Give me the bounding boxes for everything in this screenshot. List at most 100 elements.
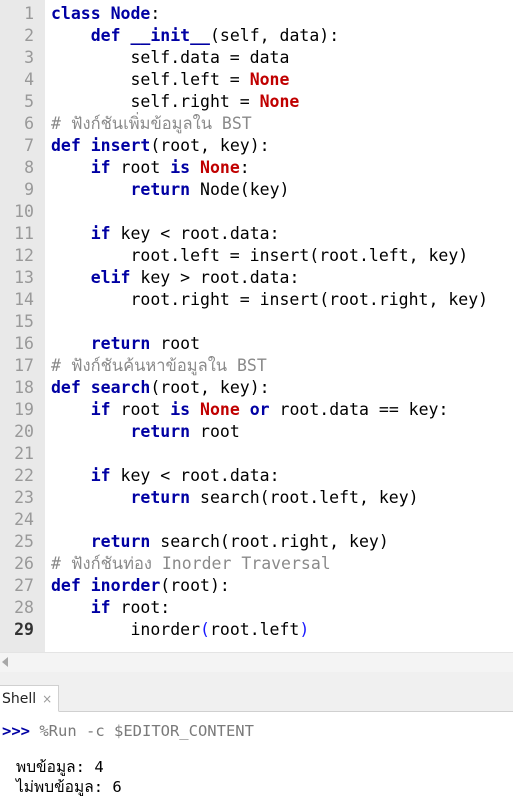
- line-number: 25: [14, 532, 34, 551]
- code-token: (root):: [160, 576, 230, 595]
- line-number: 15: [14, 312, 34, 331]
- code-line[interactable]: 17 # ฟังก์ชันค้นหาข้อมูลใน BST: [0, 355, 513, 377]
- code-line[interactable]: 21: [0, 443, 513, 465]
- code-line[interactable]: 28 if root:: [0, 597, 513, 619]
- code-text: # ฟังก์ชันค้นหาข้อมูลใน BST: [51, 355, 267, 377]
- code-line[interactable]: 13 elif key > root.data:: [0, 267, 513, 289]
- shell-output-line: ไม่พบข้อมูล: 6: [16, 778, 122, 796]
- code-line[interactable]: 19 if root is None or root.data == key:: [0, 399, 513, 421]
- code-line[interactable]: 9 return Node(key): [0, 179, 513, 201]
- code-token: inorder: [51, 620, 201, 639]
- code-text: root.left = insert(root.left, key): [51, 245, 468, 267]
- code-text: if root is None or root.data == key:: [51, 399, 449, 421]
- code-comment: # ฟังก์ชันค้นหาข้อมูลใน BST: [51, 356, 267, 375]
- code-line[interactable]: 3 self.data = data: [0, 47, 513, 69]
- code-token: root.left: [209, 620, 300, 639]
- code-token: return: [130, 422, 191, 441]
- code-line[interactable]: 26 # ฟังก์ชันท่อง Inorder Traversal: [0, 553, 513, 575]
- code-text: return Node(key): [51, 179, 289, 201]
- code-text: # ฟังก์ชันท่อง Inorder Traversal: [51, 553, 331, 575]
- code-line[interactable]: 18 def search(root, key):: [0, 377, 513, 399]
- code-line[interactable]: 27 def inorder(root):: [0, 575, 513, 597]
- shell-console[interactable]: >>> %Run -c $EDITOR_CONTENT พบข้อมูล: 4 …: [0, 712, 513, 798]
- code-token: None: [259, 92, 300, 111]
- code-line[interactable]: 24: [0, 509, 513, 531]
- line-number: 22: [14, 466, 34, 485]
- code-line[interactable]: 23 return search(root.left, key): [0, 487, 513, 509]
- close-icon[interactable]: ×: [42, 692, 52, 706]
- code-editor[interactable]: 1 class Node: 2 def __init__(self, data): 3…: [0, 0, 513, 652]
- code-token: search(root.left, key): [190, 488, 419, 507]
- code-token: return: [90, 334, 151, 353]
- code-token: __init__: [130, 26, 210, 45]
- code-line[interactable]: 7 def insert(root, key):: [0, 135, 513, 157]
- line-number: 14: [14, 290, 34, 309]
- code-line[interactable]: 22 if key < root.data:: [0, 465, 513, 487]
- line-number: 3: [24, 48, 34, 67]
- code-token: root: [110, 158, 171, 177]
- line-number: 2: [24, 26, 34, 45]
- line-number: 18: [14, 378, 34, 397]
- code-line[interactable]: 29 inorder(root.left): [0, 619, 513, 641]
- code-line[interactable]: 15: [0, 311, 513, 333]
- code-text: return search(root.left, key): [51, 487, 419, 509]
- code-lines[interactable]: 1 class Node: 2 def __init__(self, data): 3…: [0, 3, 513, 641]
- code-token: None: [249, 70, 290, 89]
- code-line[interactable]: 25 return search(root.right, key): [0, 531, 513, 553]
- code-token: root: [150, 334, 201, 353]
- line-number: 17: [14, 356, 34, 375]
- code-line[interactable]: 12 root.left = insert(root.left, key): [0, 245, 513, 267]
- code-line[interactable]: 11 if key < root.data:: [0, 223, 513, 245]
- code-token: is: [170, 158, 191, 177]
- code-token: self.right =: [51, 92, 260, 111]
- scroll-left-arrow-icon[interactable]: [2, 657, 8, 667]
- code-token: key < root.data:: [110, 224, 280, 243]
- code-token: or: [249, 400, 270, 419]
- code-text: return root: [51, 333, 200, 355]
- line-number: 6: [24, 114, 34, 133]
- line-number: 12: [14, 246, 34, 265]
- code-text: self.right = None: [51, 91, 299, 113]
- code-line[interactable]: 2 def __init__(self, data):: [0, 25, 513, 47]
- code-line[interactable]: 8 if root is None:: [0, 157, 513, 179]
- code-line[interactable]: 5 self.right = None: [0, 91, 513, 113]
- tab-shell[interactable]: Shell ×: [0, 685, 60, 712]
- code-text: def search(root, key):: [51, 377, 270, 399]
- code-line[interactable]: 4 self.left = None: [0, 69, 513, 91]
- line-number: 19: [14, 400, 34, 419]
- code-line[interactable]: 6 # ฟังก์ชันเพิ่มข้อมูลใน BST: [0, 113, 513, 135]
- line-number: 20: [14, 422, 34, 441]
- code-token: root: [110, 400, 171, 419]
- line-number: 28: [14, 598, 34, 617]
- code-line[interactable]: 20 return root: [0, 421, 513, 443]
- code-text: return search(root.right, key): [51, 531, 389, 553]
- code-line[interactable]: 1 class Node:: [0, 3, 513, 25]
- code-token: :: [239, 158, 250, 177]
- code-token: search(root.right, key): [150, 532, 389, 551]
- code-token: return: [90, 532, 151, 551]
- code-token: (: [200, 620, 210, 639]
- code-token: is: [170, 400, 191, 419]
- code-comment: # ฟังก์ชันท่อง Inorder Traversal: [51, 554, 331, 573]
- code-line[interactable]: 10: [0, 201, 513, 223]
- code-token: inorder: [90, 576, 161, 595]
- code-line[interactable]: 14 root.right = insert(root.right, key): [0, 289, 513, 311]
- code-token: if: [90, 598, 111, 617]
- horizontal-scrollbar[interactable]: [0, 652, 513, 672]
- line-number: 29: [14, 620, 34, 639]
- code-token: if: [90, 158, 111, 177]
- shell-tab-bar: Shell ×: [0, 672, 513, 712]
- code-line[interactable]: 16 return root: [0, 333, 513, 355]
